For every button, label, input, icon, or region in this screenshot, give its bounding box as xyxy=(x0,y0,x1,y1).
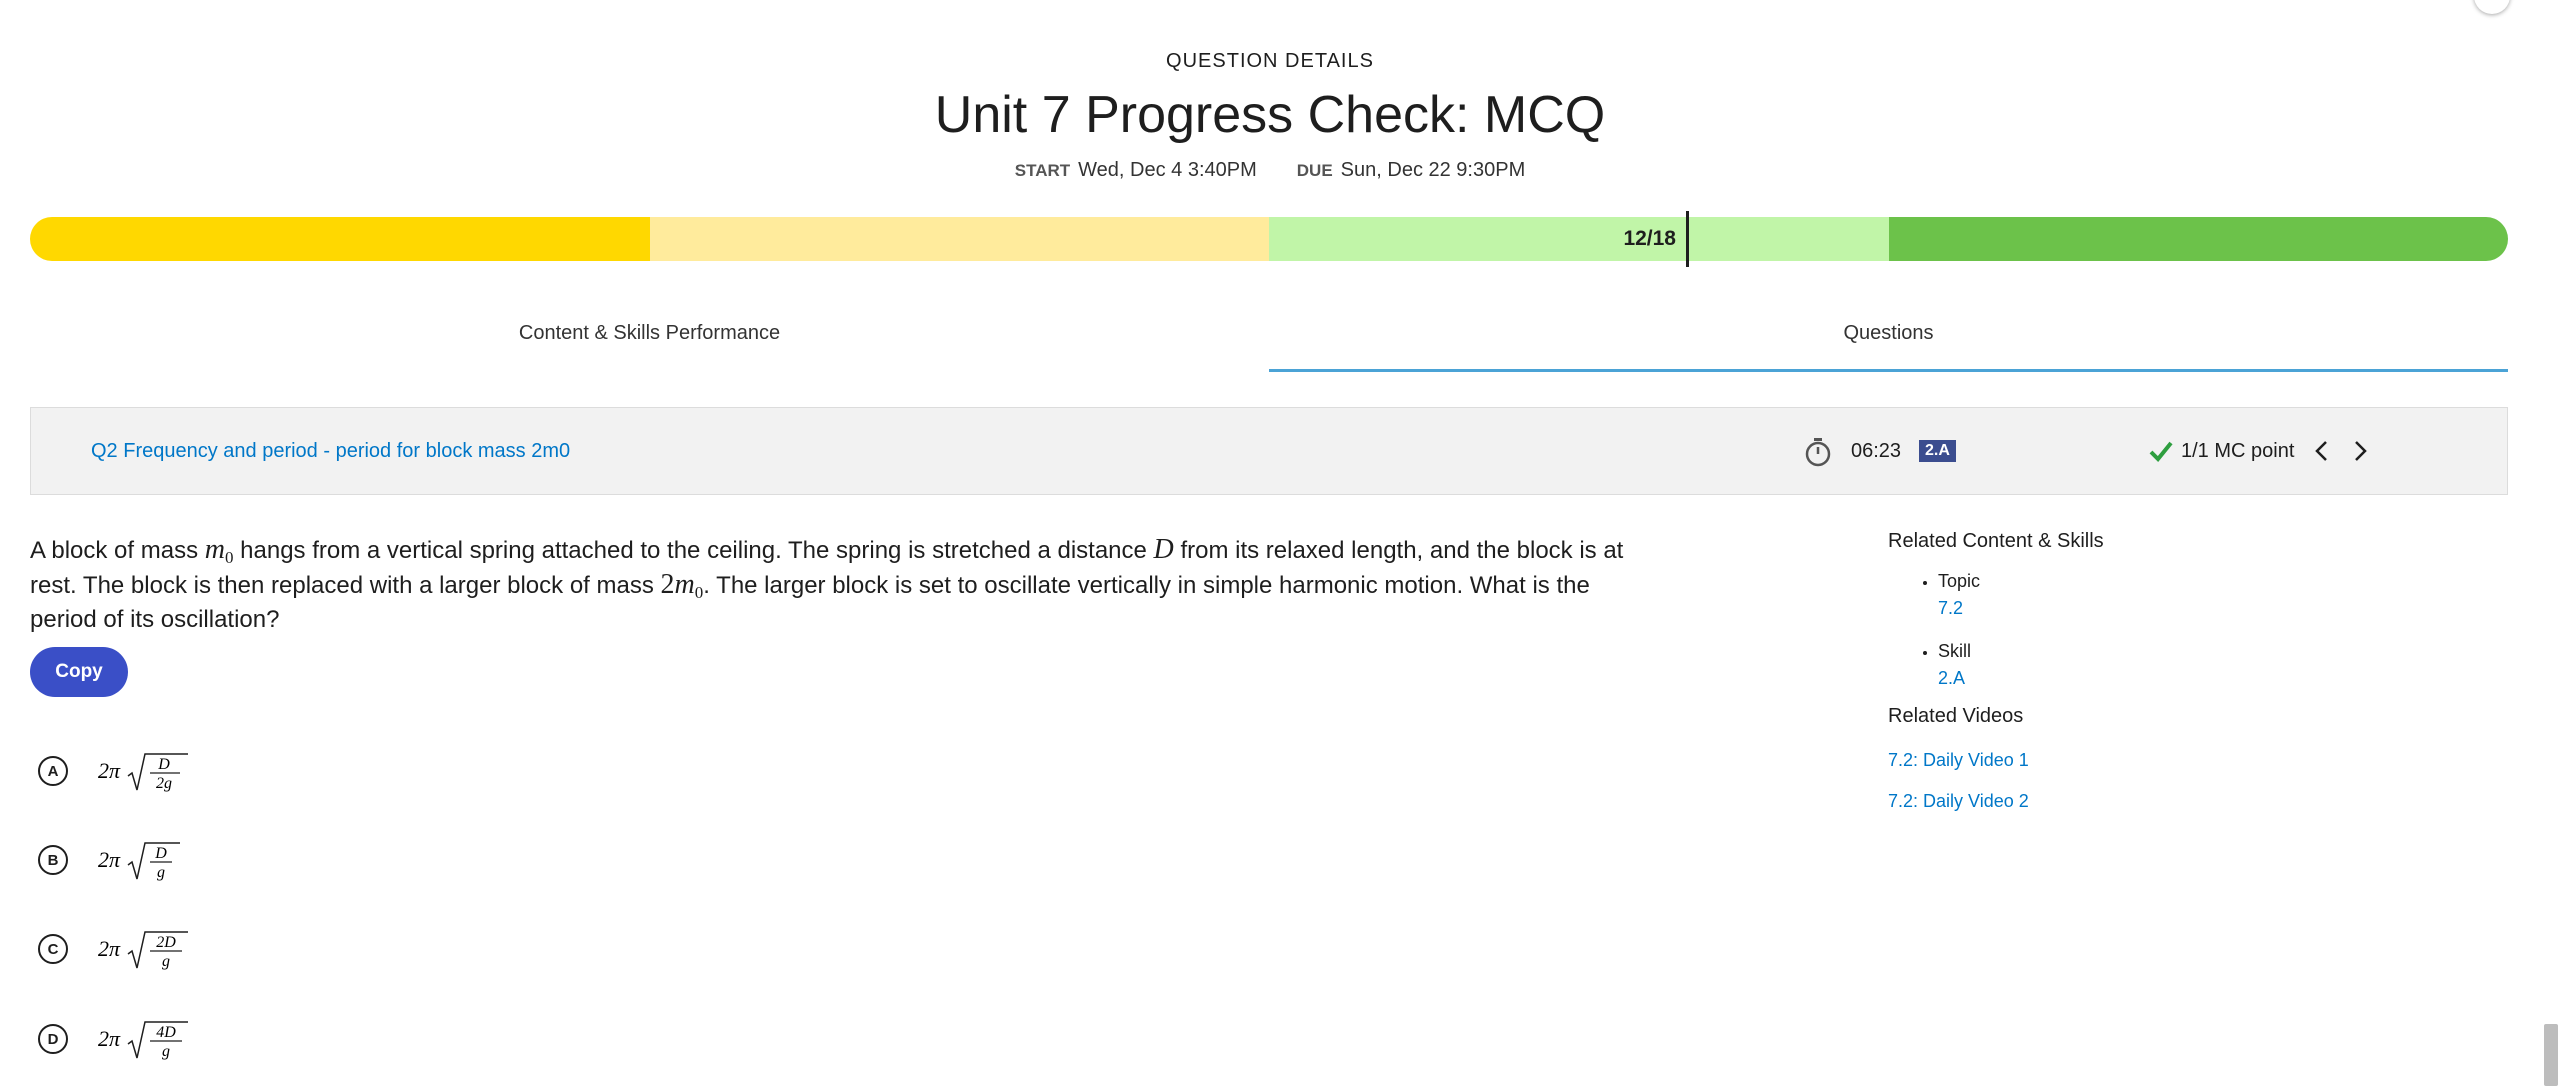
choice-expression: 2π 4D g xyxy=(98,1021,188,1060)
start-label: START xyxy=(1014,161,1071,180)
choice-a[interactable]: A 2π D 2g xyxy=(38,746,188,796)
check-icon xyxy=(2149,441,2173,462)
svg-text:g: g xyxy=(157,864,165,881)
svg-text:2π: 2π xyxy=(98,758,121,783)
tab-questions[interactable]: Questions xyxy=(1269,312,2508,372)
svg-text:4D: 4D xyxy=(156,1024,176,1041)
video-link-2[interactable]: 7.2: Daily Video 2 xyxy=(1888,791,2488,812)
video-link-1[interactable]: 7.2: Daily Video 1 xyxy=(1888,750,2488,771)
related-topic: Topic 7.2 xyxy=(1938,571,2488,619)
choice-expression: 2π D 2g xyxy=(98,753,188,792)
start-date: Wed, Dec 4 3:40PM xyxy=(1078,159,1257,181)
svg-text:2π: 2π xyxy=(98,1026,121,1051)
svg-text:g: g xyxy=(162,1043,170,1060)
choice-letter: A xyxy=(38,756,68,786)
corner-action-button[interactable] xyxy=(2474,0,2510,14)
stopwatch-icon xyxy=(1805,438,1831,467)
choice-c[interactable]: C 2π 2D g xyxy=(38,924,188,974)
copy-button[interactable]: Copy xyxy=(30,647,128,697)
choice-letter: C xyxy=(38,934,68,964)
time-spent: 06:23 xyxy=(1851,440,1902,462)
progress-segment-3 xyxy=(1269,217,1889,261)
choice-letter: B xyxy=(38,845,68,875)
related-skill: Skill 2.A xyxy=(1938,641,2488,689)
question-header-bar: Q2 Frequency and period - period for blo… xyxy=(30,407,2508,495)
svg-text:D: D xyxy=(154,845,167,862)
choice-d[interactable]: D 2π 4D g xyxy=(38,1014,188,1064)
score-label: 12/18 xyxy=(1623,227,1676,250)
progress-segment-2 xyxy=(649,217,1269,261)
topic-label: Topic xyxy=(1938,571,1981,591)
choice-letter: D xyxy=(38,1024,68,1054)
choice-expression: 2π 2D g xyxy=(98,931,188,970)
related-sidebar: Related Content & Skills Topic 7.2 Skill… xyxy=(1888,530,2488,812)
related-videos-heading: Related Videos xyxy=(1888,705,2024,727)
score-progress-bar xyxy=(30,217,2508,261)
svg-text:D: D xyxy=(157,756,170,773)
scrollbar[interactable] xyxy=(2540,0,2560,1086)
math-2m0: 2m0 xyxy=(660,569,704,603)
due-label: DUE xyxy=(1296,161,1333,180)
topic-link[interactable]: 7.2 xyxy=(1938,598,2488,619)
skill-label: Skill xyxy=(1938,641,1972,661)
skill-badge: 2.A xyxy=(1919,440,1956,462)
tab-content-skills[interactable]: Content & Skills Performance xyxy=(30,312,1269,372)
page-eyebrow: QUESTION DETAILS xyxy=(1166,50,1374,72)
assignment-dates: START Wed, Dec 4 3:40PM DUE Sun, Dec 22 9:3… xyxy=(0,159,2540,182)
choice-b[interactable]: B 2π D g xyxy=(38,835,188,885)
question-stem: A block of mass m0 hangs from a vertical… xyxy=(30,534,1624,634)
svg-text:2π: 2π xyxy=(98,936,121,961)
points-earned: 1/1 MC point xyxy=(2181,440,2295,462)
progress-segment-4 xyxy=(1888,217,2508,261)
scrollbar-thumb[interactable] xyxy=(2544,1024,2558,1086)
progress-segment-1 xyxy=(30,217,650,261)
question-title-link[interactable]: Q2 Frequency and period - period for blo… xyxy=(91,440,570,463)
chevron-right-icon[interactable] xyxy=(2349,438,2371,464)
assignment-header: QUESTION DETAILS Unit 7 Progress Check: … xyxy=(0,50,2540,182)
related-content-heading: Related Content & Skills xyxy=(1888,530,2104,552)
choice-expression: 2π D g xyxy=(98,842,180,881)
svg-text:2D: 2D xyxy=(156,934,176,951)
tab-bar: Content & Skills Performance Questions xyxy=(30,312,2508,372)
svg-text:2π: 2π xyxy=(98,847,121,872)
math-m0: m0 xyxy=(204,534,234,568)
svg-text:g: g xyxy=(162,953,170,970)
svg-text:2g: 2g xyxy=(156,775,172,792)
due-date: Sun, Dec 22 9:30PM xyxy=(1340,159,1526,181)
related-list: Topic 7.2 Skill 2.A xyxy=(1938,571,2488,689)
skill-link[interactable]: 2.A xyxy=(1938,668,2488,689)
chevron-left-icon[interactable] xyxy=(2311,438,2333,464)
math-D: D xyxy=(1153,534,1174,565)
score-marker xyxy=(1686,211,1689,267)
page-title: Unit 7 Progress Check: MCQ xyxy=(934,86,1606,144)
